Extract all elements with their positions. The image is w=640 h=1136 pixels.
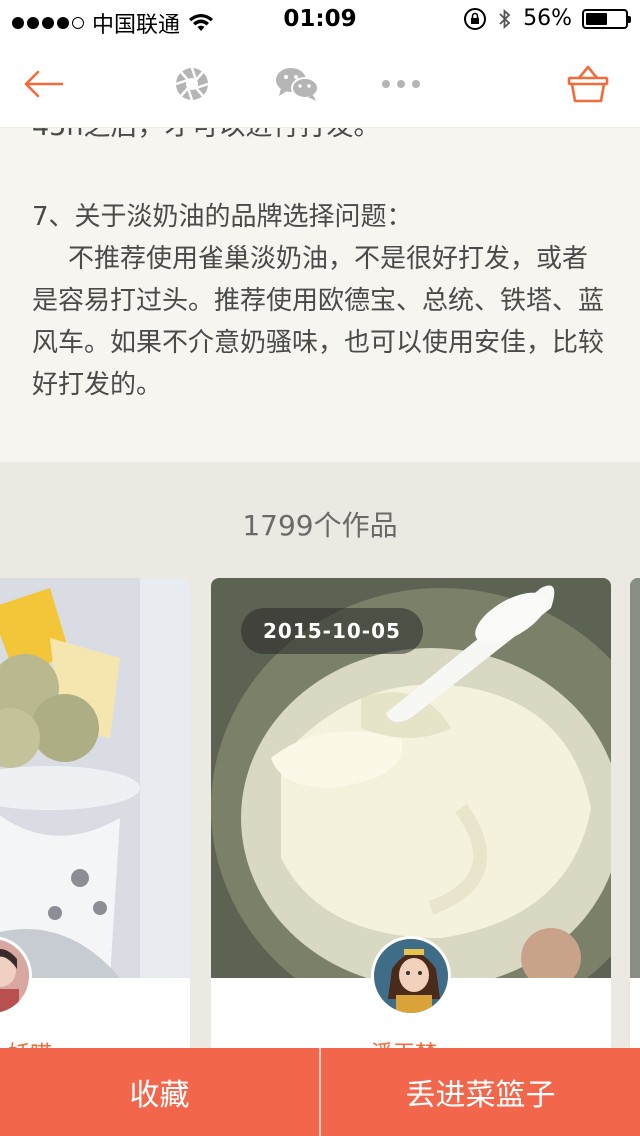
more-dots-icon [382,80,420,88]
avatar[interactable] [371,936,451,1016]
ice-cream-photo [0,578,190,978]
nav-bar [0,40,640,128]
orientation-lock-icon [464,7,487,30]
wechat-share-button[interactable] [272,60,322,108]
date-badge: 2015-10-05 [241,608,423,654]
more-button[interactable] [378,60,424,108]
camera-button[interactable] [170,60,214,108]
works-count[interactable]: 1799个作品 [0,504,640,544]
add-to-basket-button[interactable]: 丢进菜篮子 [321,1048,640,1136]
recipe-tips: 45h之后，才可以进行打发。 7、关于淡奶油的品牌选择问题： 不推荐使用雀巢淡奶… [0,128,640,462]
work-photo[interactable] [0,578,190,978]
battery-percent: 56% [523,6,572,31]
work-card[interactable]: 2015-10-05 潘玉梵 [211,578,611,1078]
status-bar: 中国联通 01:09 56% [0,0,640,40]
bottom-action-bar: 收藏 丢进菜篮子 [0,1048,640,1136]
arrow-left-icon [24,70,64,98]
battery-icon [582,8,631,29]
basket-button[interactable] [562,60,614,108]
wechat-icon [276,68,319,101]
works-section: 1799个作品 2015-10-05 [0,462,640,1136]
work-card[interactable]: 小妖喵 [0,578,190,1078]
back-button[interactable] [18,60,68,108]
tip-text-partial: 45h之后，才可以进行打发。 [32,128,380,143]
tip-body: 不推荐使用雀巢淡奶油，不是很好打发，或者是容易打过头。推荐使用欧德宝、总统、铁塔… [32,244,605,400]
status-right: 56% [463,6,631,31]
basket-icon [567,65,609,103]
work-photo[interactable]: 2015-10-05 [211,578,611,978]
tip-heading: 7、关于淡奶油的品牌选择问题： [32,202,413,232]
aperture-icon [175,67,209,101]
favorite-button[interactable]: 收藏 [0,1048,319,1136]
work-photo[interactable] [630,578,640,978]
work-card[interactable] [630,578,640,1078]
bluetooth-icon [499,8,511,29]
